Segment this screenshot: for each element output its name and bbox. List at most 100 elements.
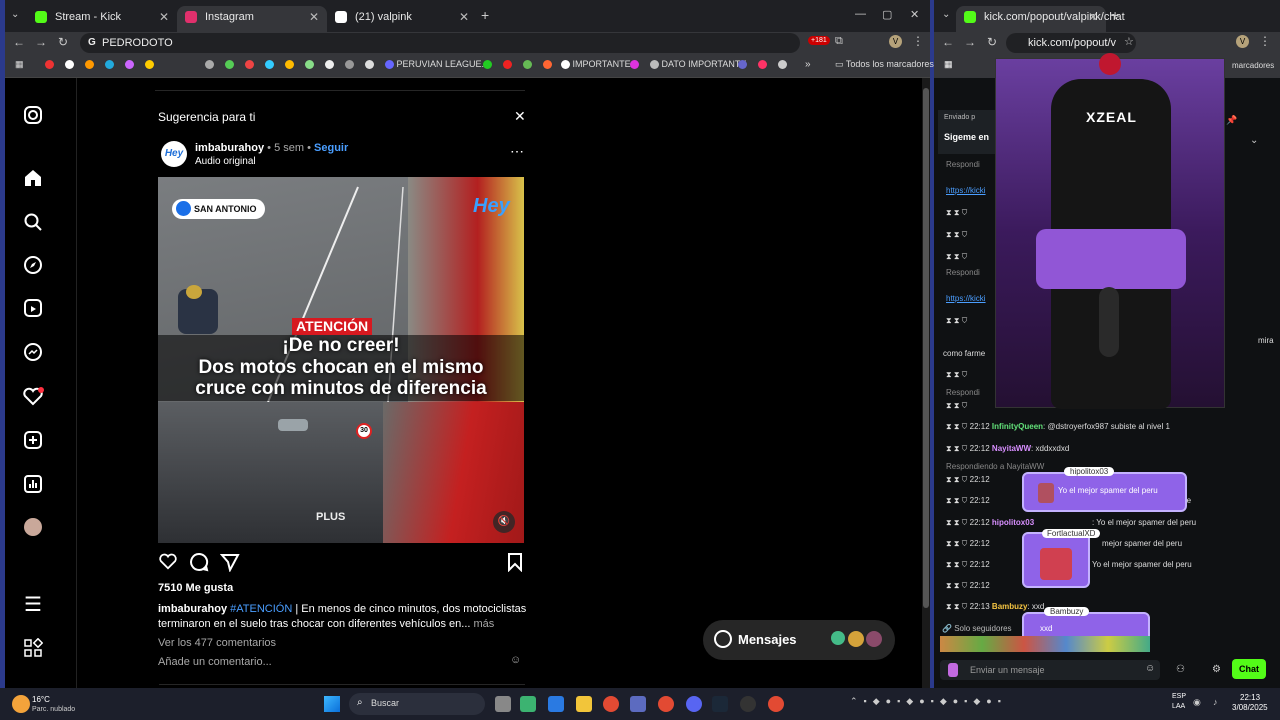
minimize-button[interactable]: — bbox=[855, 8, 866, 20]
view-comments-link[interactable]: Ver los 477 comentarios bbox=[158, 637, 276, 649]
close-icon[interactable]: ✕ bbox=[159, 6, 169, 28]
save-icon[interactable] bbox=[507, 552, 523, 577]
post-avatar[interactable]: Hey bbox=[161, 141, 187, 167]
chat-username[interactable]: NayitaWW bbox=[992, 444, 1031, 453]
tab-search-icon[interactable]: ⌄ bbox=[11, 9, 19, 20]
post-video[interactable]: 30 SAN ANTONIO Hey ATENCIÓN ¡De no creer… bbox=[158, 177, 524, 543]
menu-icon[interactable]: ⋮ bbox=[912, 34, 924, 48]
chrome-icon[interactable] bbox=[768, 696, 784, 712]
caption-hashtag[interactable]: #ATENCIÓN bbox=[230, 603, 292, 615]
chat-username[interactable]: InfinityQueen bbox=[992, 422, 1043, 431]
messenger-icon[interactable] bbox=[22, 342, 44, 364]
bookmark-star-icon[interactable]: ☆ bbox=[1124, 35, 1134, 48]
emote-bar[interactable] bbox=[940, 636, 1150, 652]
chat-link[interactable]: https://kicki bbox=[946, 294, 986, 303]
profile-avatar-icon[interactable] bbox=[22, 516, 44, 538]
chat-link[interactable]: https://kicki bbox=[946, 186, 986, 195]
close-icon[interactable]: ✕ bbox=[1088, 6, 1098, 28]
follow-button[interactable]: Seguir bbox=[314, 142, 348, 154]
pinned-message[interactable]: Enviado p Sigeme en bbox=[938, 110, 996, 154]
weather-text[interactable]: Parc. nublado bbox=[32, 706, 75, 713]
expand-icon[interactable]: ⌄ bbox=[1250, 135, 1258, 146]
clock-time[interactable]: 22:13 bbox=[1240, 693, 1260, 702]
chrome-icon[interactable] bbox=[603, 696, 619, 712]
chat-username[interactable]: Bambuzy bbox=[992, 602, 1028, 611]
task-view-icon[interactable] bbox=[495, 696, 511, 712]
chat-username[interactable]: hipolitox03 bbox=[992, 518, 1034, 527]
visual-studio-icon[interactable] bbox=[630, 696, 646, 712]
chrome-icon[interactable] bbox=[658, 696, 674, 712]
new-tab-button[interactable]: + bbox=[481, 7, 489, 23]
discord-icon[interactable] bbox=[686, 696, 702, 712]
address-bar[interactable]: kick.com/popout/v bbox=[1006, 33, 1136, 53]
scrollbar[interactable] bbox=[922, 78, 930, 688]
add-comment-input[interactable]: Añade un comentario... bbox=[158, 656, 272, 668]
forward-icon[interactable]: → bbox=[964, 35, 976, 49]
home-icon[interactable] bbox=[22, 168, 44, 190]
reload-icon[interactable]: ↻ bbox=[58, 35, 68, 49]
mute-icon[interactable]: 🔇 bbox=[493, 511, 515, 533]
likes-count[interactable]: 7510 Me gusta bbox=[158, 582, 233, 594]
notifications-heart-icon[interactable] bbox=[22, 386, 44, 408]
close-icon[interactable]: ✕ bbox=[459, 6, 469, 28]
bookmark-peruvian[interactable]: PERUVIAN LEAGUE... bbox=[385, 59, 489, 70]
extensions-icon[interactable]: ⧉ bbox=[835, 35, 843, 48]
explore-icon[interactable] bbox=[22, 255, 44, 277]
bookmark-dato-importante[interactable]: DATO IMPORTANTE bbox=[650, 59, 746, 70]
address-bar[interactable]: G PEDRODOTO bbox=[80, 33, 800, 53]
weather-icon[interactable] bbox=[12, 695, 30, 713]
more-menu-icon[interactable]: ☰ bbox=[22, 594, 44, 616]
messages-button[interactable]: Mensajes bbox=[703, 620, 895, 660]
more-bookmarks-icon[interactable]: » bbox=[805, 59, 811, 70]
close-window-button[interactable]: ✕ bbox=[910, 8, 919, 21]
also-from-meta-icon[interactable] bbox=[22, 637, 44, 660]
volume-icon[interactable]: ♪ bbox=[1213, 697, 1218, 707]
bookmark-importante[interactable]: IMPORTANTE bbox=[561, 59, 631, 70]
close-icon[interactable]: ✕ bbox=[309, 6, 319, 28]
instagram-logo-icon[interactable] bbox=[22, 105, 44, 127]
weather-temp[interactable]: 16°C bbox=[32, 695, 50, 704]
close-suggestion-icon[interactable]: ✕ bbox=[514, 108, 526, 125]
audio-label[interactable]: Audio original bbox=[195, 156, 256, 167]
post-username[interactable]: imbaburahoy bbox=[195, 142, 264, 154]
unpin-icon[interactable]: 📌 bbox=[1226, 115, 1237, 126]
profile-avatar[interactable]: V bbox=[889, 35, 902, 48]
emoji-icon[interactable]: ☺ bbox=[1145, 663, 1155, 674]
caption-username[interactable]: imbaburahoy bbox=[158, 603, 227, 615]
tab-x[interactable]: (21) valpink (@vaLp1nlQ) / X ✕ bbox=[327, 6, 477, 45]
profile-avatar[interactable]: V bbox=[1236, 35, 1249, 48]
language-indicator-2[interactable]: LAA bbox=[1172, 703, 1185, 710]
tab-search-icon[interactable]: ⌄ bbox=[942, 9, 950, 20]
tab-instagram[interactable]: Instagram ✕ bbox=[177, 6, 327, 32]
back-icon[interactable]: ← bbox=[942, 35, 954, 49]
tab-kick-chat[interactable]: kick.com/popout/valpink/chat ✕ bbox=[956, 6, 1125, 32]
apps-icon[interactable]: ▦ bbox=[944, 59, 953, 70]
dashboard-icon[interactable] bbox=[22, 474, 44, 496]
taskbar-search[interactable]: ⌕ Buscar bbox=[349, 693, 485, 715]
scrollbar-thumb[interactable] bbox=[923, 88, 929, 608]
settings-icon[interactable]: ⚙ bbox=[1212, 664, 1221, 675]
apps-icon[interactable]: ▦ bbox=[15, 59, 24, 70]
like-icon[interactable] bbox=[158, 552, 178, 575]
all-bookmarks-folder[interactable]: ▭ Todos los marcadores bbox=[835, 59, 934, 70]
users-icon[interactable]: ⚇ bbox=[1176, 664, 1185, 675]
forward-icon[interactable]: → bbox=[35, 35, 47, 49]
network-icon[interactable]: ◉ bbox=[1193, 697, 1201, 708]
create-icon[interactable] bbox=[22, 430, 44, 452]
copilot-icon[interactable] bbox=[520, 696, 536, 712]
extension-badge[interactable]: +181 bbox=[808, 36, 830, 45]
search-icon[interactable] bbox=[22, 212, 44, 234]
post-options-icon[interactable]: ⋯ bbox=[510, 143, 524, 160]
chat-input[interactable]: Enviar un mensaje ☺ bbox=[940, 660, 1160, 680]
comment-icon[interactable] bbox=[189, 552, 209, 577]
reels-icon[interactable] bbox=[22, 298, 44, 320]
clock-date[interactable]: 3/08/2025 bbox=[1232, 703, 1268, 712]
obs-icon[interactable] bbox=[740, 696, 756, 712]
system-tray-icons[interactable]: ⌃▪◆●▪◆●▪◆●▪◆●▪ bbox=[850, 696, 1007, 707]
app-icon[interactable] bbox=[548, 696, 564, 712]
reload-icon[interactable]: ↻ bbox=[987, 35, 997, 49]
new-tab-button[interactable]: + bbox=[1111, 7, 1119, 23]
back-icon[interactable]: ← bbox=[13, 35, 25, 49]
maximize-button[interactable]: ▢ bbox=[882, 8, 892, 21]
chat-send-button[interactable]: Chat bbox=[1232, 659, 1266, 679]
